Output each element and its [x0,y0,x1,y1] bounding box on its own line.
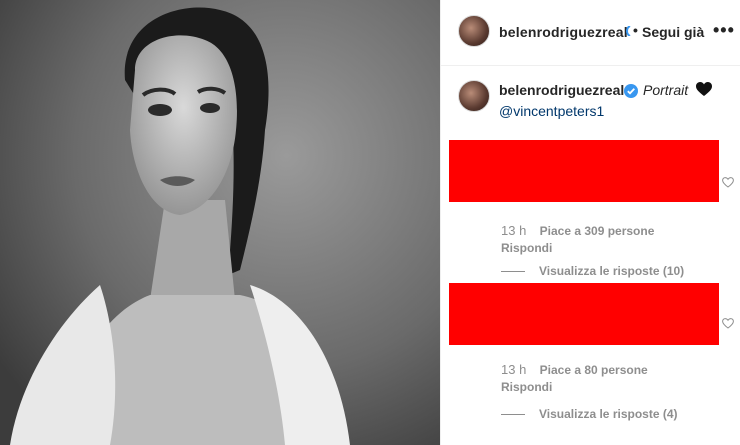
comment-time: 13 h [501,362,527,377]
comment-like-heart-icon[interactable] [722,318,734,329]
view-replies-label: Visualizza le risposte (4) [539,407,678,421]
comment-likes-link[interactable]: Piace a 80 persone [540,363,648,377]
black-heart-emoji-icon [696,82,712,96]
comment-meta: 13 h Piace a 309 persone [501,223,654,238]
comment-meta: 13 h Piace a 80 persone [501,362,648,377]
post-header: belenrodriguezreal • Segui già ••• [441,0,740,66]
avatar[interactable] [458,15,490,47]
caption-avatar[interactable] [458,80,490,112]
verified-badge-icon [624,84,638,98]
redacted-comment [449,140,719,202]
replies-divider-line [501,413,525,415]
view-replies-button[interactable]: Visualizza le risposte (4) [501,407,678,421]
comment-like-heart-icon[interactable] [722,177,734,188]
portrait-photo-image [0,0,440,445]
view-replies-button[interactable]: Visualizza le risposte (10) [501,264,684,278]
comment-likes-link[interactable]: Piace a 309 persone [540,224,655,238]
following-button[interactable]: Segui già [642,24,704,40]
separator-dot: • [633,22,638,38]
reply-button[interactable]: Rispondi [501,241,552,255]
comment-time: 13 h [501,223,527,238]
photographer-mention-link[interactable]: @vincentpeters1 [499,103,604,119]
verified-badge-icon [626,26,631,36]
username-link[interactable]: belenrodriguezreal [499,24,628,40]
redacted-comment [449,283,719,345]
caption-username-link[interactable]: belenrodriguezreal [499,82,624,98]
post-photo[interactable] [0,0,440,445]
reply-button[interactable]: Rispondi [501,380,552,394]
caption-text: Portrait [643,82,689,98]
view-replies-label: Visualizza le risposte (10) [539,264,685,278]
post-side-panel: belenrodriguezreal • Segui già ••• belen… [440,0,740,445]
replies-divider-line [501,270,525,272]
more-options-icon[interactable]: ••• [713,20,735,41]
